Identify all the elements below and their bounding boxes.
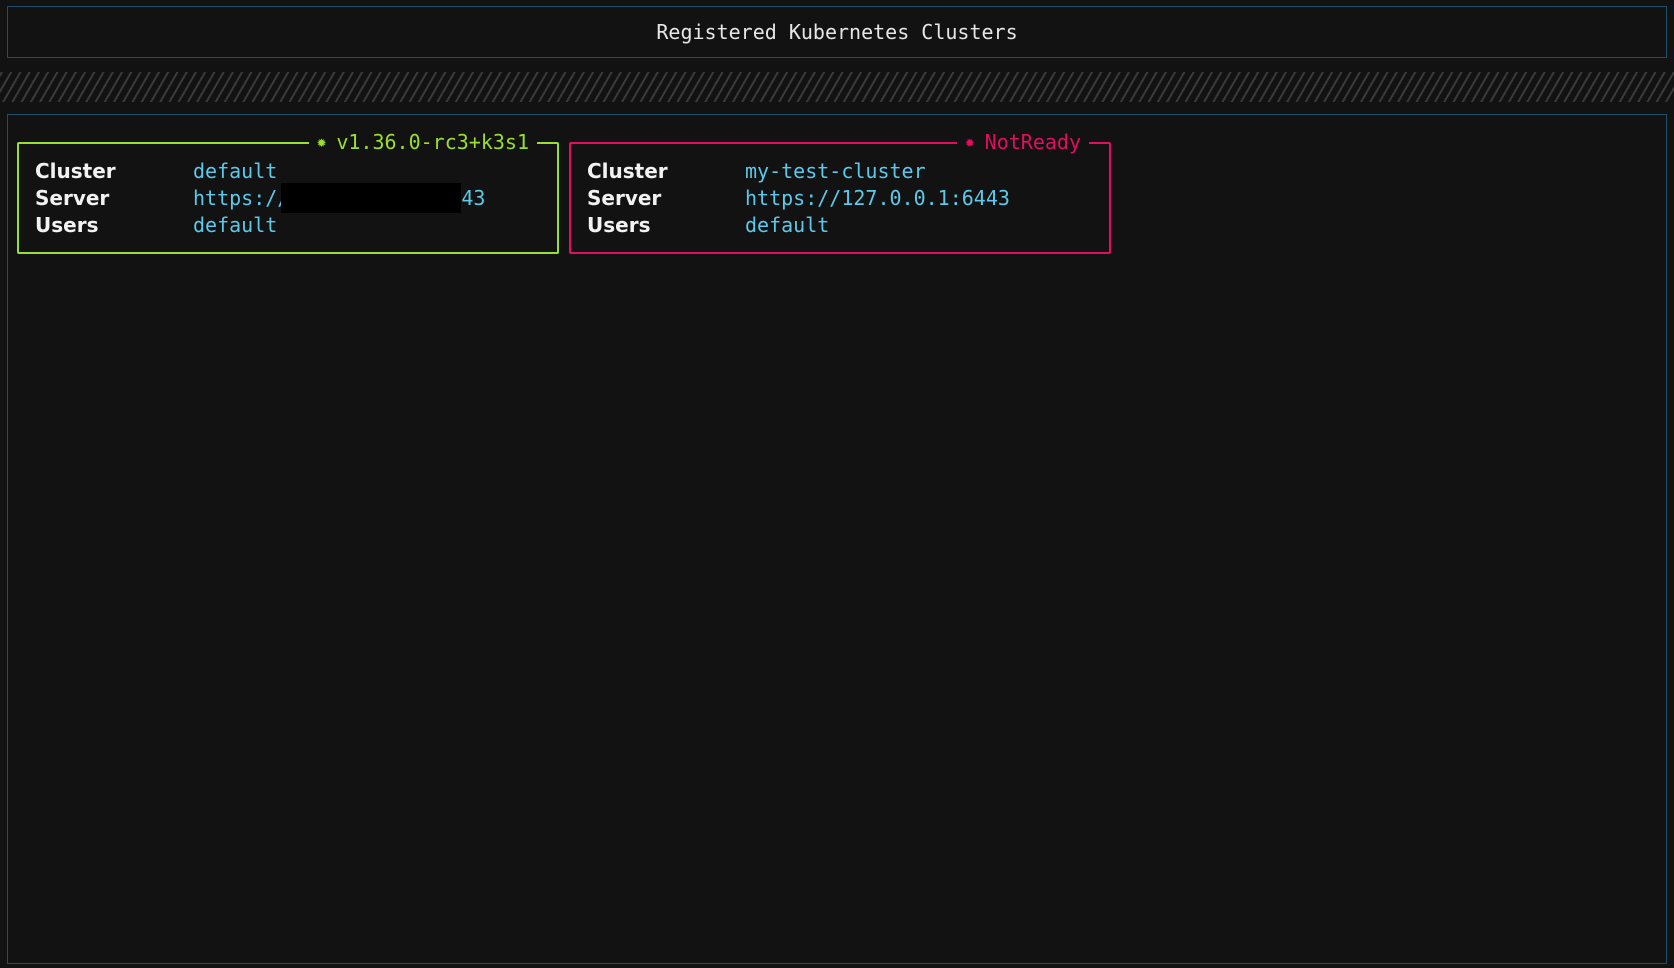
detail-label: Users (587, 213, 651, 237)
cluster-details: Cluster default Server https:// 43 Users … (35, 158, 485, 239)
header-bar: Registered Kubernetes Clusters (7, 6, 1667, 58)
divider-hatch (0, 72, 1674, 102)
cluster-status-label: v1.36.0-rc3+k3s1 (336, 130, 529, 154)
detail-value: default (193, 159, 278, 183)
server-url-prefix: https:// (193, 186, 290, 210)
cluster-status-title: ✹ v1.36.0-rc3+k3s1 (308, 128, 537, 156)
detail-row-server: Server https://127.0.0.1:6443 (587, 185, 1010, 212)
gear-icon: ✹ (965, 132, 975, 151)
redaction-block (281, 182, 462, 213)
detail-value: default (745, 213, 830, 237)
detail-label: Users (35, 213, 99, 237)
cluster-card-my-test-cluster[interactable]: ✹ NotReady Cluster my-test-cluster Serve… (569, 128, 1111, 254)
detail-row-users: Users default (587, 212, 1010, 239)
detail-value: default (193, 213, 278, 237)
cluster-details: Cluster my-test-cluster Server https://1… (587, 158, 1010, 239)
page-title: Registered Kubernetes Clusters (656, 20, 1018, 44)
detail-row-server: Server https:// 43 (35, 182, 486, 213)
detail-label: Cluster (587, 159, 668, 183)
detail-label: Server (587, 186, 662, 210)
detail-value: https://127.0.0.1:6443 (745, 186, 1010, 210)
cluster-status-title: ✹ NotReady (957, 128, 1089, 156)
screen: Registered Kubernetes Clusters ✹ v1.36.0… (0, 0, 1674, 968)
cluster-status-label: NotReady (984, 130, 1081, 154)
gear-icon: ✹ (316, 132, 327, 151)
detail-value: https:// 43 (193, 182, 486, 213)
detail-label: Server (35, 186, 110, 210)
server-url-suffix: 43 (461, 186, 486, 210)
cluster-card-default[interactable]: ✹ v1.36.0-rc3+k3s1 Cluster default Serve… (17, 128, 559, 254)
detail-label: Cluster (35, 159, 116, 183)
detail-row-users: Users default (35, 212, 485, 239)
detail-value: my-test-cluster (745, 159, 926, 183)
detail-row-cluster: Cluster my-test-cluster (587, 158, 1010, 185)
detail-row-cluster: Cluster default (35, 158, 485, 185)
